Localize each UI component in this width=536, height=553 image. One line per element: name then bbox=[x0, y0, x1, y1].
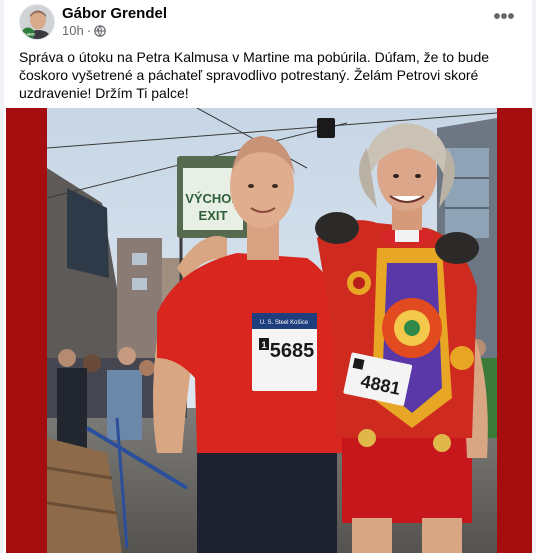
bib-left-header: U. S. Steel Košice bbox=[260, 320, 309, 326]
author-avatar[interactable]: OĽaNO bbox=[19, 4, 55, 40]
post-text: Správa o útoku na Petra Kalmusa v Martin… bbox=[19, 49, 490, 101]
meta-separator: · bbox=[86, 23, 92, 38]
post-options-button[interactable]: ••• bbox=[486, 6, 522, 36]
post-time[interactable]: 10h bbox=[62, 23, 84, 38]
globe-icon bbox=[94, 24, 106, 37]
post-photo[interactable]: VÝCHOD EXIT U. S. Steel Košice 1 5685 48… bbox=[6, 108, 532, 553]
avatar-photo: OĽaNO bbox=[20, 5, 54, 39]
author-name[interactable]: Gábor Grendel bbox=[62, 5, 167, 22]
post-meta: 10h · bbox=[62, 23, 106, 38]
sign-line-2: EXIT bbox=[199, 208, 228, 223]
bib-left-corner: 1 bbox=[261, 340, 266, 350]
avatar-badge-text: OĽaNO bbox=[21, 32, 35, 37]
more-horizontal-icon: ••• bbox=[493, 6, 515, 28]
facebook-post: OĽaNO Gábor Grendel 10h · ••• Správa o ú… bbox=[4, 0, 532, 553]
photo-image: VÝCHOD EXIT U. S. Steel Košice 1 5685 48… bbox=[47, 108, 497, 553]
post-header: OĽaNO Gábor Grendel 10h · ••• bbox=[4, 0, 532, 44]
bib-left-number: 5685 bbox=[270, 340, 315, 362]
